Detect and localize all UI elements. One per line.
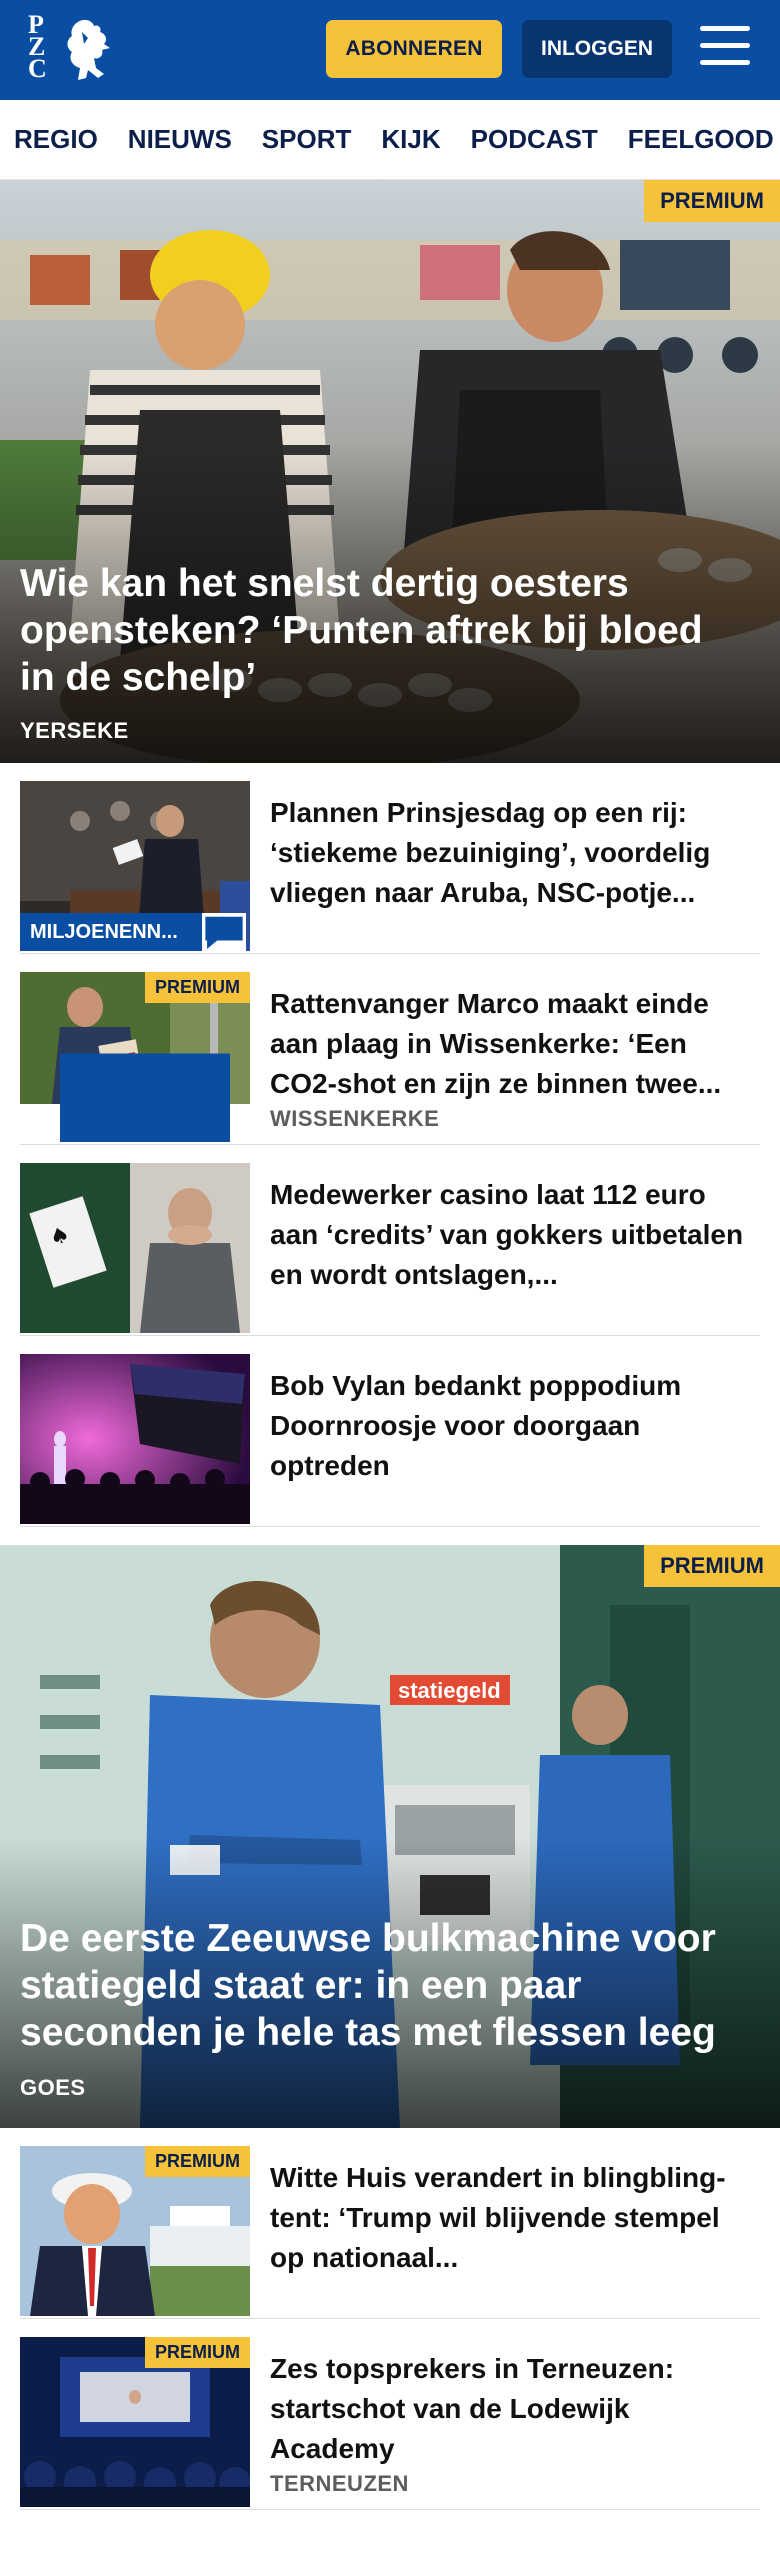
hero-title[interactable]: Wie kan het snelst dertig oesters openst… <box>20 560 740 701</box>
subscribe-button[interactable]: ABONNEREN <box>326 20 502 78</box>
premium-badge: PREMIUM <box>145 972 250 1003</box>
pzc-logo[interactable]: P Z C <box>28 12 112 86</box>
list-item[interactable]: PREMIUM 1 Rattenvanger Marco maakt einde… <box>20 954 760 1145</box>
category-label[interactable]: MILJOENENN... <box>20 913 202 951</box>
article-thumbnail: PREMIUM 1 <box>20 972 250 1142</box>
article-title[interactable]: Zes topsprekers in Terneuzen: startschot… <box>270 2349 760 2469</box>
article-title[interactable]: Bob Vylan bedankt poppodium Doornroosje … <box>270 1366 760 1486</box>
lion-logo-icon <box>67 19 110 81</box>
hero-location: YERSEKE <box>20 718 129 743</box>
nav-item-podcast[interactable]: PODCAST <box>471 124 598 155</box>
menu-icon-bar <box>700 26 750 31</box>
article-thumbnail: MILJOENENN... <box>20 781 250 951</box>
thumbnail-image-casino: ♠ <box>20 1163 250 1333</box>
nav-item-nieuws[interactable]: NIEUWS <box>128 124 232 155</box>
premium-badge: PREMIUM <box>644 1545 780 1587</box>
article-location: TERNEUZEN <box>270 2471 409 2496</box>
premium-badge: PREMIUM <box>145 2337 250 2368</box>
comment-icon <box>60 1053 230 1142</box>
login-button[interactable]: INLOGGEN <box>522 20 672 78</box>
thumbnail-image-concert <box>20 1354 250 1524</box>
comment-icon[interactable] <box>202 913 246 951</box>
list-item[interactable]: PREMIUM Witte Huis verandert in blingbli… <box>20 2128 760 2319</box>
hero-title[interactable]: De eerste Zeeuwse bulkmachine voor stati… <box>20 1915 740 2056</box>
list-item[interactable]: ♠ Medewerker casino laat 112 euro aan ‘c… <box>20 1145 760 1336</box>
premium-badge: PREMIUM <box>644 180 780 222</box>
comment-count[interactable]: 1 <box>20 1053 250 1142</box>
article-location: WISSENKERKE <box>270 1106 440 1131</box>
nav-item-sport[interactable]: SPORT <box>262 124 352 155</box>
list-item[interactable]: Bob Vylan bedankt poppodium Doornroosje … <box>20 1336 760 1527</box>
top-bar: P Z C ABONNEREN INLOGGEN <box>0 0 780 100</box>
section-nav: REGIO NIEUWS SPORT KIJK PODCAST FEELGOOD… <box>0 100 780 180</box>
article-thumbnail: ♠ <box>20 1163 250 1333</box>
hero-article-oysters[interactable]: PREMIUM Wie kan het snelst dertig oester… <box>0 180 780 763</box>
hero-location: GOES <box>20 2075 86 2100</box>
article-thumbnail <box>20 1354 250 1524</box>
hero-article-statiegeld[interactable]: statiegeld PREMIUM De eerste Zeeuwse bul… <box>0 1545 780 2128</box>
nav-item-kijk[interactable]: KIJK <box>381 124 440 155</box>
menu-icon-bar <box>700 43 750 48</box>
article-title[interactable]: Rattenvanger Marco maakt einde aan plaag… <box>270 984 760 1104</box>
article-title[interactable]: Medewerker casino laat 112 euro aan ‘cre… <box>270 1175 760 1295</box>
nav-item-regio[interactable]: REGIO <box>14 124 98 155</box>
list-item[interactable]: MILJOENENN... Plannen Prinsjesdag op een… <box>20 763 760 954</box>
list-item[interactable]: PREMIUM Zes topsprekers in Terneuzen: st… <box>20 2319 760 2510</box>
article-thumbnail: PREMIUM <box>20 2146 250 2316</box>
menu-icon[interactable] <box>700 26 750 70</box>
nav-item-feelgood[interactable]: FEELGOOD <box>628 124 774 155</box>
article-thumbnail: PREMIUM <box>20 2337 250 2507</box>
menu-icon-bar <box>700 60 750 65</box>
premium-badge: PREMIUM <box>145 2146 250 2177</box>
article-title[interactable]: Plannen Prinsjesdag op een rij: ‘stiekem… <box>270 793 760 913</box>
article-title[interactable]: Witte Huis verandert in blingbling-tent:… <box>270 2158 760 2278</box>
